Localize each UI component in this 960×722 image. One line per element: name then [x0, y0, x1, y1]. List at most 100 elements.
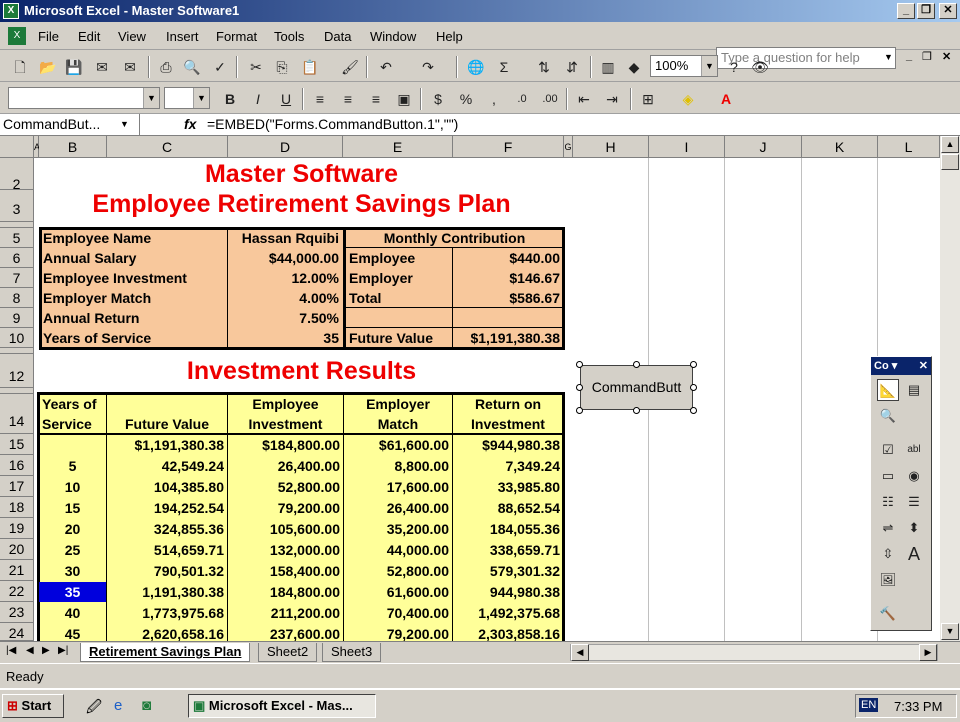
combobox-control-icon[interactable]: ☰ — [903, 491, 925, 513]
row-header[interactable]: 21 — [0, 560, 34, 581]
menu-data[interactable]: Data — [324, 29, 351, 44]
results-cell[interactable]: 338,659.71 — [453, 540, 563, 560]
quicklaunch-app-icon[interactable]: ◙ — [142, 697, 151, 714]
scroll-left-icon[interactable]: ◀ — [571, 644, 589, 661]
results-cell[interactable]: 40 — [39, 603, 106, 623]
button-control-icon[interactable]: ▭ — [877, 465, 899, 487]
properties-icon[interactable]: ▤ — [903, 379, 925, 401]
undo-icon[interactable]: ↶ — [376, 57, 396, 77]
results-cell[interactable]: 790,501.32 — [107, 561, 227, 581]
column-header-g[interactable]: G — [564, 136, 573, 158]
plan-value[interactable]: 12.00% — [228, 268, 342, 288]
autosum-icon[interactable]: Σ — [494, 57, 514, 77]
fill-color-icon[interactable]: ◈ — [678, 89, 698, 109]
results-cell[interactable]: 132,000.00 — [228, 540, 343, 560]
read-mode-icon[interactable]: 👁 — [750, 57, 770, 77]
name-box-dropdown-icon[interactable]: ▼ — [120, 119, 129, 129]
future-value[interactable]: $1,191,380.38 — [453, 328, 563, 348]
plan-value[interactable]: $44,000.00 — [228, 248, 342, 268]
more-controls-icon[interactable]: 🔨 — [877, 603, 899, 625]
checkbox-control-icon[interactable]: ☑ — [877, 439, 899, 461]
results-cell[interactable]: 8,800.00 — [344, 456, 452, 476]
results-cell[interactable]: 26,400.00 — [228, 456, 343, 476]
borders-icon[interactable]: ⊞ — [638, 89, 658, 109]
menu-file[interactable]: File — [38, 29, 59, 44]
row-header[interactable]: 15 — [0, 434, 34, 455]
scroll-thumb[interactable] — [941, 154, 959, 170]
row-header[interactable]: 6 — [0, 248, 34, 268]
column-header-k[interactable]: K — [802, 136, 878, 158]
format-painter-icon[interactable]: 🖌 — [340, 57, 360, 77]
restore-icon[interactable]: ❐ — [917, 3, 935, 19]
clock[interactable]: 7:33 PM — [894, 699, 942, 714]
underline-icon[interactable]: U — [276, 89, 296, 109]
decrease-indent-icon[interactable]: ⇤ — [574, 89, 594, 109]
results-cell[interactable]: 25 — [39, 540, 106, 560]
results-cell[interactable]: 35 — [39, 582, 106, 602]
row-header[interactable]: 22 — [0, 581, 34, 602]
results-cell[interactable]: 79,200.00 — [228, 498, 343, 518]
open-icon[interactable]: 📂 — [38, 57, 58, 77]
column-header-j[interactable]: J — [725, 136, 802, 158]
zoom-select[interactable]: 100% ▼ — [650, 55, 718, 77]
desktop-icon[interactable]: 🖉 — [86, 697, 102, 722]
results-cell[interactable]: 52,800.00 — [228, 477, 343, 497]
font-size-select[interactable]: ▼ — [164, 87, 210, 109]
hyperlink-icon[interactable]: 🌐 — [466, 57, 486, 77]
row-header[interactable]: 17 — [0, 476, 34, 497]
control-toolbox-title[interactable]: Co ▾ ✕ — [871, 357, 931, 375]
results-cell[interactable]: 2,303,858.16 — [453, 624, 563, 641]
prev-sheet-icon[interactable]: ◀ — [26, 645, 34, 656]
column-header-i[interactable]: I — [649, 136, 725, 158]
spin-button-icon[interactable]: ⬍ — [903, 517, 925, 539]
print-icon[interactable]: ⎙ — [156, 57, 176, 77]
results-cell[interactable]: 1,773,975.68 — [107, 603, 227, 623]
sort-descending-icon[interactable]: ⇵ — [562, 57, 582, 77]
currency-icon[interactable]: $ — [428, 89, 448, 109]
option-button-icon[interactable]: ◉ — [903, 465, 925, 487]
results-cell[interactable]: 35,200.00 — [344, 519, 452, 539]
row-header[interactable]: 3 — [0, 190, 34, 222]
merge-center-icon[interactable]: ▣ — [394, 89, 414, 109]
results-cell[interactable]: $61,600.00 — [344, 435, 452, 455]
email-icon[interactable]: ✉ — [120, 57, 140, 77]
results-cell[interactable]: 10 — [39, 477, 106, 497]
fx-icon[interactable]: fx — [184, 116, 196, 132]
design-mode-icon[interactable]: 📐 — [877, 379, 899, 401]
workbook-icon[interactable]: X — [8, 27, 26, 45]
command-button[interactable]: CommandButt — [580, 365, 693, 410]
horizontal-scrollbar[interactable]: ◀ ▶ — [570, 644, 938, 661]
chevron-down-icon[interactable]: ▼ — [701, 56, 717, 76]
results-cell[interactable]: 5 — [39, 456, 106, 476]
results-cell[interactable]: $944,980.38 — [453, 435, 563, 455]
chart-wizard-icon[interactable]: ▥ — [598, 57, 618, 77]
increase-indent-icon[interactable]: ⇥ — [602, 89, 622, 109]
scrollbar-control-icon[interactable]: ⇳ — [877, 543, 899, 565]
row-header[interactable]: 10 — [0, 328, 34, 348]
row-header[interactable]: 18 — [0, 497, 34, 518]
listbox-control-icon[interactable]: ☷ — [877, 491, 899, 513]
results-cell[interactable]: $1,191,380.38 — [107, 435, 227, 455]
row-header[interactable]: 5 — [0, 228, 34, 248]
results-cell[interactable]: 45 — [39, 624, 106, 641]
row-header[interactable]: 20 — [0, 539, 34, 560]
row-header[interactable]: 23 — [0, 602, 34, 623]
results-cell[interactable]: 20 — [39, 519, 106, 539]
results-cell[interactable]: 104,385.80 — [107, 477, 227, 497]
minimize-icon[interactable]: _ — [897, 3, 915, 19]
menu-insert[interactable]: Insert — [166, 29, 199, 44]
column-header-d[interactable]: D — [228, 136, 343, 158]
results-cell[interactable]: 237,600.00 — [228, 624, 343, 641]
results-cell[interactable]: 30 — [39, 561, 106, 581]
results-cell[interactable]: 211,200.00 — [228, 603, 343, 623]
worksheet-grid[interactable]: A B C D E F G H I J K L 2 3 5 6 7 8 9 10… — [0, 136, 940, 641]
comma-icon[interactable]: , — [484, 89, 504, 109]
copy-icon[interactable]: ⎘ — [272, 57, 292, 77]
column-header-f[interactable]: F — [453, 136, 564, 158]
align-right-icon[interactable]: ≡ — [366, 89, 386, 109]
sheet-tab-retirement[interactable]: Retirement Savings Plan — [80, 643, 251, 662]
results-cell[interactable]: 579,301.32 — [453, 561, 563, 581]
monthly-value[interactable]: $146.67 — [453, 268, 563, 288]
row-header[interactable]: 19 — [0, 518, 34, 539]
paste-icon[interactable]: 📋 — [300, 57, 320, 77]
